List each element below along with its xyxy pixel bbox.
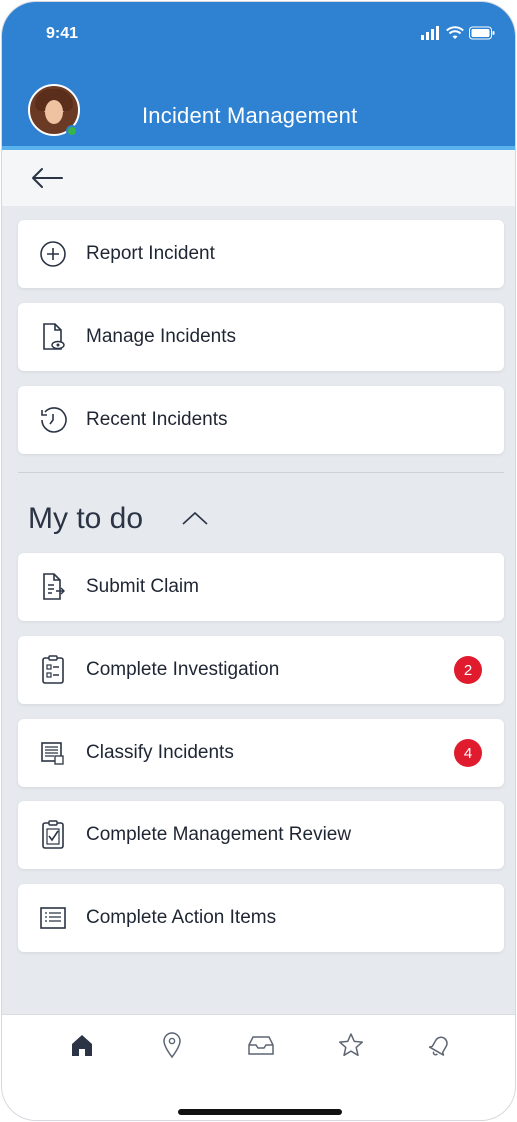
- list-icon: [38, 903, 68, 933]
- section-divider: [18, 472, 504, 473]
- location-pin-icon[interactable]: [158, 1031, 186, 1059]
- todo-item-complete-investigation[interactable]: Complete Investigation 2: [18, 636, 504, 704]
- online-status-indicator: [66, 125, 78, 137]
- todo-item-label: Complete Action Items: [86, 907, 277, 928]
- star-icon[interactable]: [337, 1031, 365, 1059]
- todo-section-title: My to do: [28, 502, 144, 535]
- inbox-icon[interactable]: [247, 1031, 275, 1059]
- todo-item-complete-management-review[interactable]: Complete Management Review: [18, 801, 504, 869]
- document-eye-icon: [38, 322, 68, 352]
- menu-item-label: Recent Incidents: [86, 409, 228, 430]
- battery-icon: [469, 26, 495, 40]
- bell-icon[interactable]: [426, 1031, 454, 1059]
- menu-item-recent-incidents[interactable]: Recent Incidents: [18, 386, 504, 454]
- clipboard-list-icon: [38, 655, 68, 685]
- menu-item-label: Report Incident: [86, 243, 215, 264]
- todo-item-label: Complete Management Review: [86, 824, 352, 845]
- todo-item-complete-action-items[interactable]: Complete Action Items: [18, 884, 504, 952]
- todo-item-label: Classify Incidents: [86, 742, 234, 763]
- todo-item-submit-claim[interactable]: Submit Claim: [18, 553, 504, 621]
- wifi-icon: [446, 26, 464, 39]
- count-badge: 2: [454, 656, 482, 684]
- todo-item-classify-incidents[interactable]: Classify Incidents 4: [18, 719, 504, 787]
- status-icons: [421, 26, 495, 40]
- chevron-up-icon[interactable]: [180, 508, 210, 528]
- menu-item-report-incident[interactable]: Report Incident: [18, 220, 504, 288]
- list-document-icon: [38, 738, 68, 768]
- history-icon: [38, 405, 68, 435]
- back-arrow-icon[interactable]: [30, 166, 64, 190]
- plus-circle-icon: [38, 239, 68, 269]
- todo-item-label: Complete Investigation: [86, 659, 280, 680]
- clipboard-check-icon: [38, 820, 68, 850]
- bottom-nav: [2, 1014, 515, 1120]
- signal-icon: [421, 26, 439, 40]
- todo-item-label: Submit Claim: [86, 576, 199, 597]
- document-arrow-icon: [38, 572, 68, 602]
- page-title: Incident Management: [142, 103, 358, 128]
- menu-item-manage-incidents[interactable]: Manage Incidents: [18, 303, 504, 371]
- count-badge: 4: [454, 739, 482, 767]
- status-time: 9:41: [46, 25, 79, 42]
- menu-item-label: Manage Incidents: [86, 326, 236, 347]
- back-bar: [2, 150, 515, 206]
- home-indicator: [178, 1109, 342, 1115]
- phone-screen: 9:41 Incident Management Report Incident…: [2, 2, 515, 1120]
- avatar-face: [45, 100, 63, 124]
- app-header: 9:41 Incident Management: [2, 2, 515, 148]
- home-icon[interactable]: [68, 1031, 96, 1059]
